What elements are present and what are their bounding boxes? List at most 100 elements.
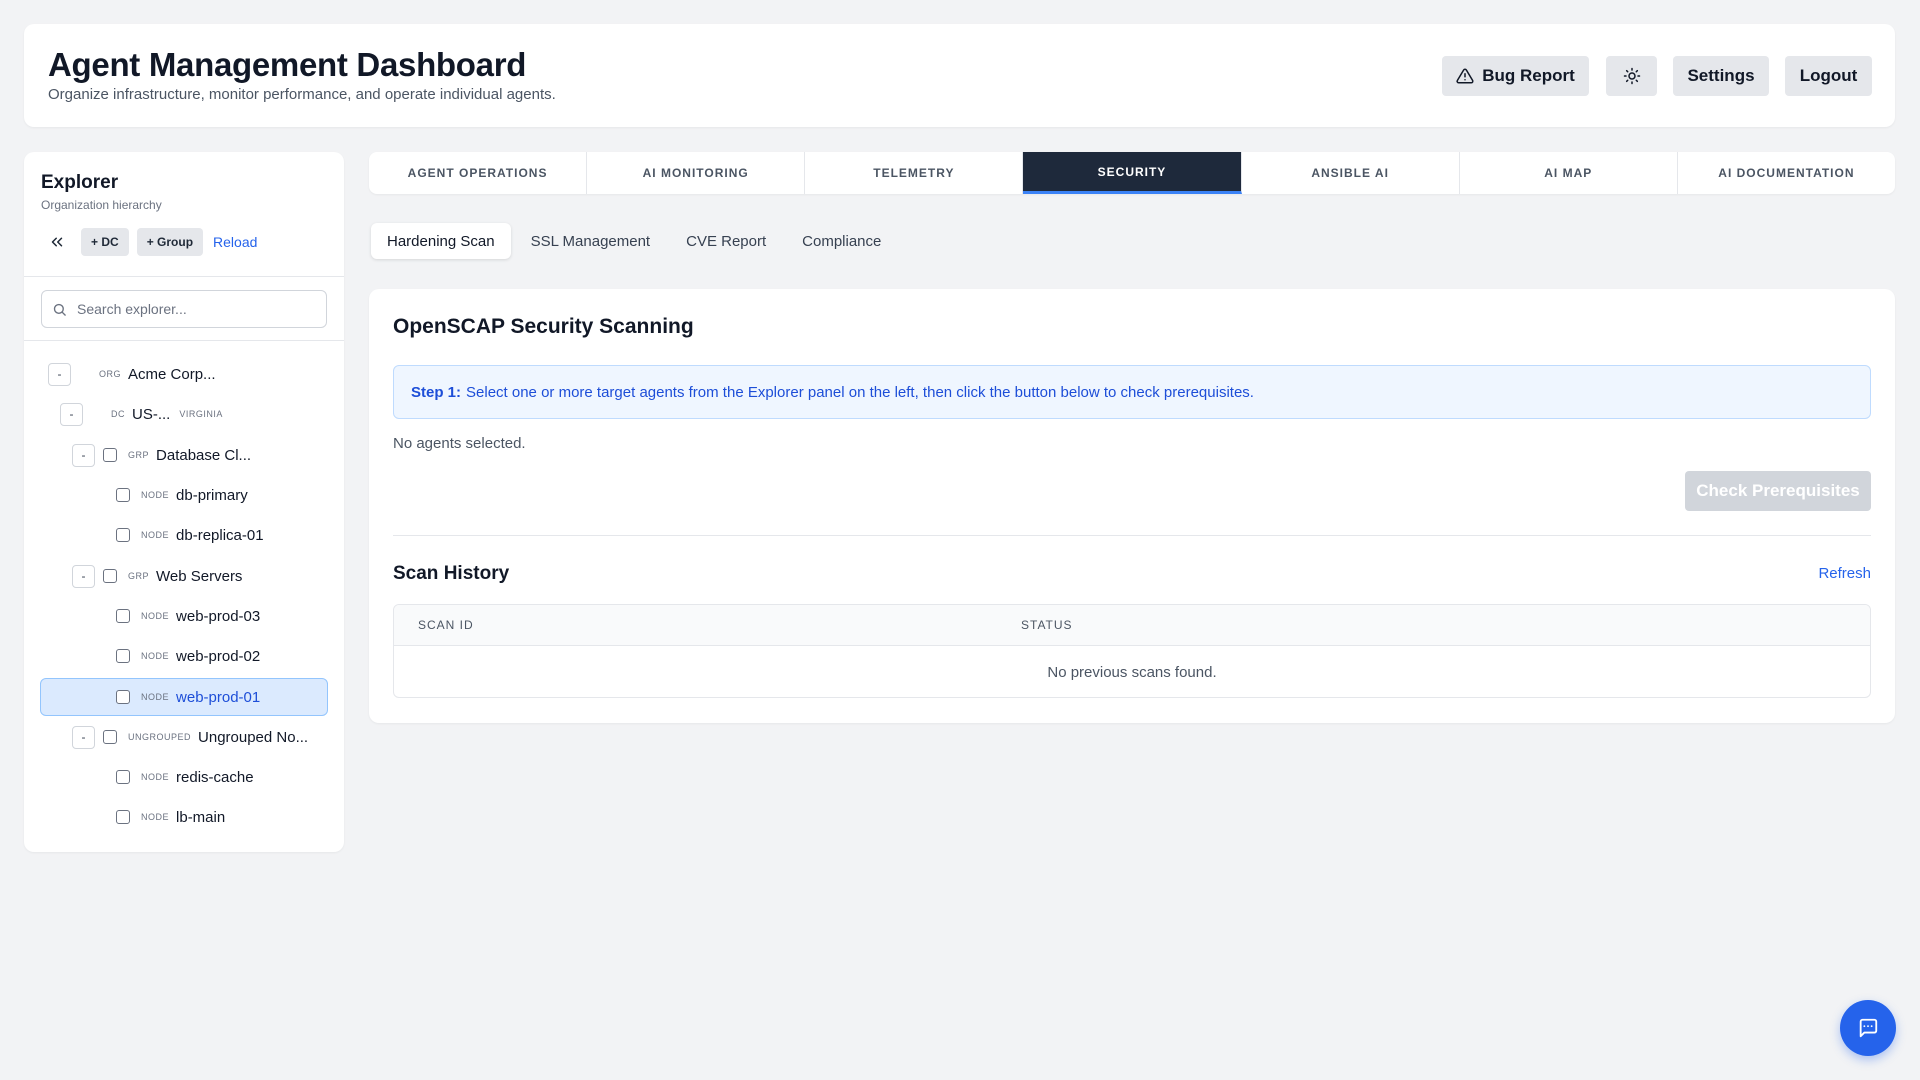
select-checkbox[interactable]: [116, 649, 130, 663]
tree-item-label: web-prod-02: [176, 647, 261, 665]
node-kind-label: NODE: [141, 611, 170, 621]
search-icon: [53, 303, 66, 316]
app-header: Agent Management Dashboard Organize infr…: [24, 24, 1895, 127]
node-kind-label: GRP: [128, 450, 150, 460]
select-checkbox[interactable]: [116, 488, 130, 502]
settings-label: Settings: [1687, 66, 1755, 85]
select-checkbox[interactable]: [116, 609, 130, 623]
tab-agent-operations[interactable]: AGENT OPERATIONS: [369, 152, 588, 194]
node-kind-label: GRP: [128, 571, 150, 581]
tree-item-label: Database Cl...: [156, 446, 252, 464]
bug-report-button[interactable]: Bug Report: [1442, 56, 1589, 96]
step-info-box: Step 1: Select one or more target agents…: [393, 365, 1871, 419]
tree-item-label: Acme Corp...: [128, 365, 216, 383]
tree-item-label: Web Servers: [156, 567, 243, 585]
main-tabs: AGENT OPERATIONS AI MONITORING TELEMETRY…: [369, 152, 1895, 194]
scan-history-table: SCAN ID STATUS No previous scans found.: [393, 604, 1871, 698]
tree-item-node[interactable]: NODE web-prod-03: [116, 597, 328, 635]
tree-item-label: lb-main: [176, 808, 226, 826]
column-header-status: STATUS: [1021, 618, 1073, 632]
collapse-toggle[interactable]: -: [72, 443, 95, 467]
tree-item-node[interactable]: NODE db-replica-01: [116, 516, 328, 554]
tree-item-label: db-replica-01: [176, 526, 264, 544]
empty-table-message: No previous scans found.: [1047, 663, 1217, 681]
chat-icon: [1859, 1018, 1878, 1038]
select-checkbox[interactable]: [116, 690, 130, 704]
column-header-scan-id: SCAN ID: [418, 618, 474, 632]
settings-button[interactable]: Settings: [1673, 56, 1769, 96]
tree-item-label: web-prod-03: [176, 607, 261, 625]
tab-security[interactable]: SECURITY: [1023, 152, 1242, 194]
chevrons-left-icon: [51, 237, 63, 247]
subtab-cve-report[interactable]: CVE Report: [670, 223, 782, 259]
tree-item-dc[interactable]: - DC US-... VIRGINIA: [60, 395, 328, 433]
tab-ai-documentation[interactable]: AI DOCUMENTATION: [1678, 152, 1895, 194]
tree-item-label: redis-cache: [176, 768, 254, 786]
add-group-button[interactable]: + Group: [136, 228, 204, 256]
search-input[interactable]: [77, 301, 307, 317]
refresh-link[interactable]: Refresh: [1818, 565, 1871, 582]
chat-button[interactable]: [1840, 1000, 1896, 1056]
explorer-divider: [24, 276, 344, 277]
tree-item-label: US-...: [132, 405, 171, 423]
select-checkbox[interactable]: [116, 810, 130, 824]
select-checkbox[interactable]: [116, 770, 130, 784]
openscap-card: OpenSCAP Security Scanning Step 1: Selec…: [369, 289, 1895, 723]
node-kind-label: NODE: [141, 692, 170, 702]
tab-ai-map[interactable]: AI MAP: [1460, 152, 1678, 194]
select-checkbox[interactable]: [103, 730, 117, 744]
subtab-compliance[interactable]: Compliance: [786, 223, 897, 259]
security-subtabs: Hardening Scan SSL Management CVE Report…: [371, 223, 897, 259]
tab-ai-monitoring[interactable]: AI MONITORING: [587, 152, 806, 194]
tree-item-org[interactable]: - ORG Acme Corp...: [48, 355, 328, 393]
explorer-panel: Explorer Organization hierarchy + DC + G…: [24, 152, 344, 852]
subtab-hardening-scan[interactable]: Hardening Scan: [371, 223, 511, 259]
scan-history-title: Scan History: [393, 563, 510, 584]
tree-item-node[interactable]: NODE lb-main: [116, 798, 328, 836]
explorer-search: [41, 290, 327, 328]
reload-link[interactable]: Reload: [213, 234, 257, 250]
page-subtitle: Organize infrastructure, monitor perform…: [48, 86, 556, 103]
theme-toggle-button[interactable]: [1606, 56, 1657, 96]
tab-telemetry[interactable]: TELEMETRY: [805, 152, 1024, 194]
explorer-toolbar: + DC + Group Reload: [41, 228, 257, 256]
node-kind-label: DC: [111, 409, 125, 419]
select-checkbox[interactable]: [103, 569, 117, 583]
add-dc-button[interactable]: + DC: [81, 228, 129, 256]
page-title: Agent Management Dashboard: [48, 46, 527, 83]
check-prerequisites-button[interactable]: Check Prerequisites: [1685, 471, 1871, 511]
tree-item-node-selected[interactable]: NODE web-prod-01: [40, 678, 328, 716]
tree-item-group-web[interactable]: - GRP Web Servers: [72, 557, 328, 595]
node-kind-label: UNGROUPED: [128, 732, 192, 742]
tab-ansible-ai[interactable]: ANSIBLE AI: [1242, 152, 1460, 194]
tree-item-group-database[interactable]: - GRP Database Cl...: [72, 436, 328, 474]
collapse-toggle[interactable]: -: [72, 564, 95, 588]
tree-item-ungrouped[interactable]: - UNGROUPED Ungrouped No...: [72, 718, 328, 756]
dc-region-label: VIRGINIA: [179, 409, 223, 419]
bug-report-label: Bug Report: [1482, 66, 1575, 85]
tree-item-node[interactable]: NODE db-primary: [116, 476, 328, 514]
tree-item-node[interactable]: NODE redis-cache: [116, 758, 328, 796]
logout-label: Logout: [1799, 66, 1858, 85]
select-checkbox[interactable]: [103, 448, 117, 462]
node-kind-label: NODE: [141, 530, 170, 540]
select-checkbox[interactable]: [116, 528, 130, 542]
tree-item-label: Ungrouped No...: [198, 728, 309, 746]
tree-item-node[interactable]: NODE web-prod-02: [116, 637, 328, 675]
node-kind-label: NODE: [141, 812, 170, 822]
card-divider: [393, 535, 1871, 536]
node-kind-label: NODE: [141, 490, 170, 500]
collapse-toggle[interactable]: -: [60, 402, 83, 426]
logout-button[interactable]: Logout: [1785, 56, 1872, 96]
step-label: Step 1:: [411, 383, 462, 401]
collapse-toggle[interactable]: -: [48, 362, 71, 386]
collapse-panel-button[interactable]: [41, 228, 73, 256]
card-title: OpenSCAP Security Scanning: [393, 315, 694, 338]
step-text: Select one or more target agents from th…: [466, 383, 1254, 401]
node-kind-label: NODE: [141, 651, 170, 661]
explorer-title: Explorer: [41, 172, 119, 193]
warning-icon: [1456, 68, 1474, 84]
collapse-toggle[interactable]: -: [72, 725, 95, 749]
node-kind-label: NODE: [141, 772, 170, 782]
subtab-ssl-management[interactable]: SSL Management: [515, 223, 667, 259]
